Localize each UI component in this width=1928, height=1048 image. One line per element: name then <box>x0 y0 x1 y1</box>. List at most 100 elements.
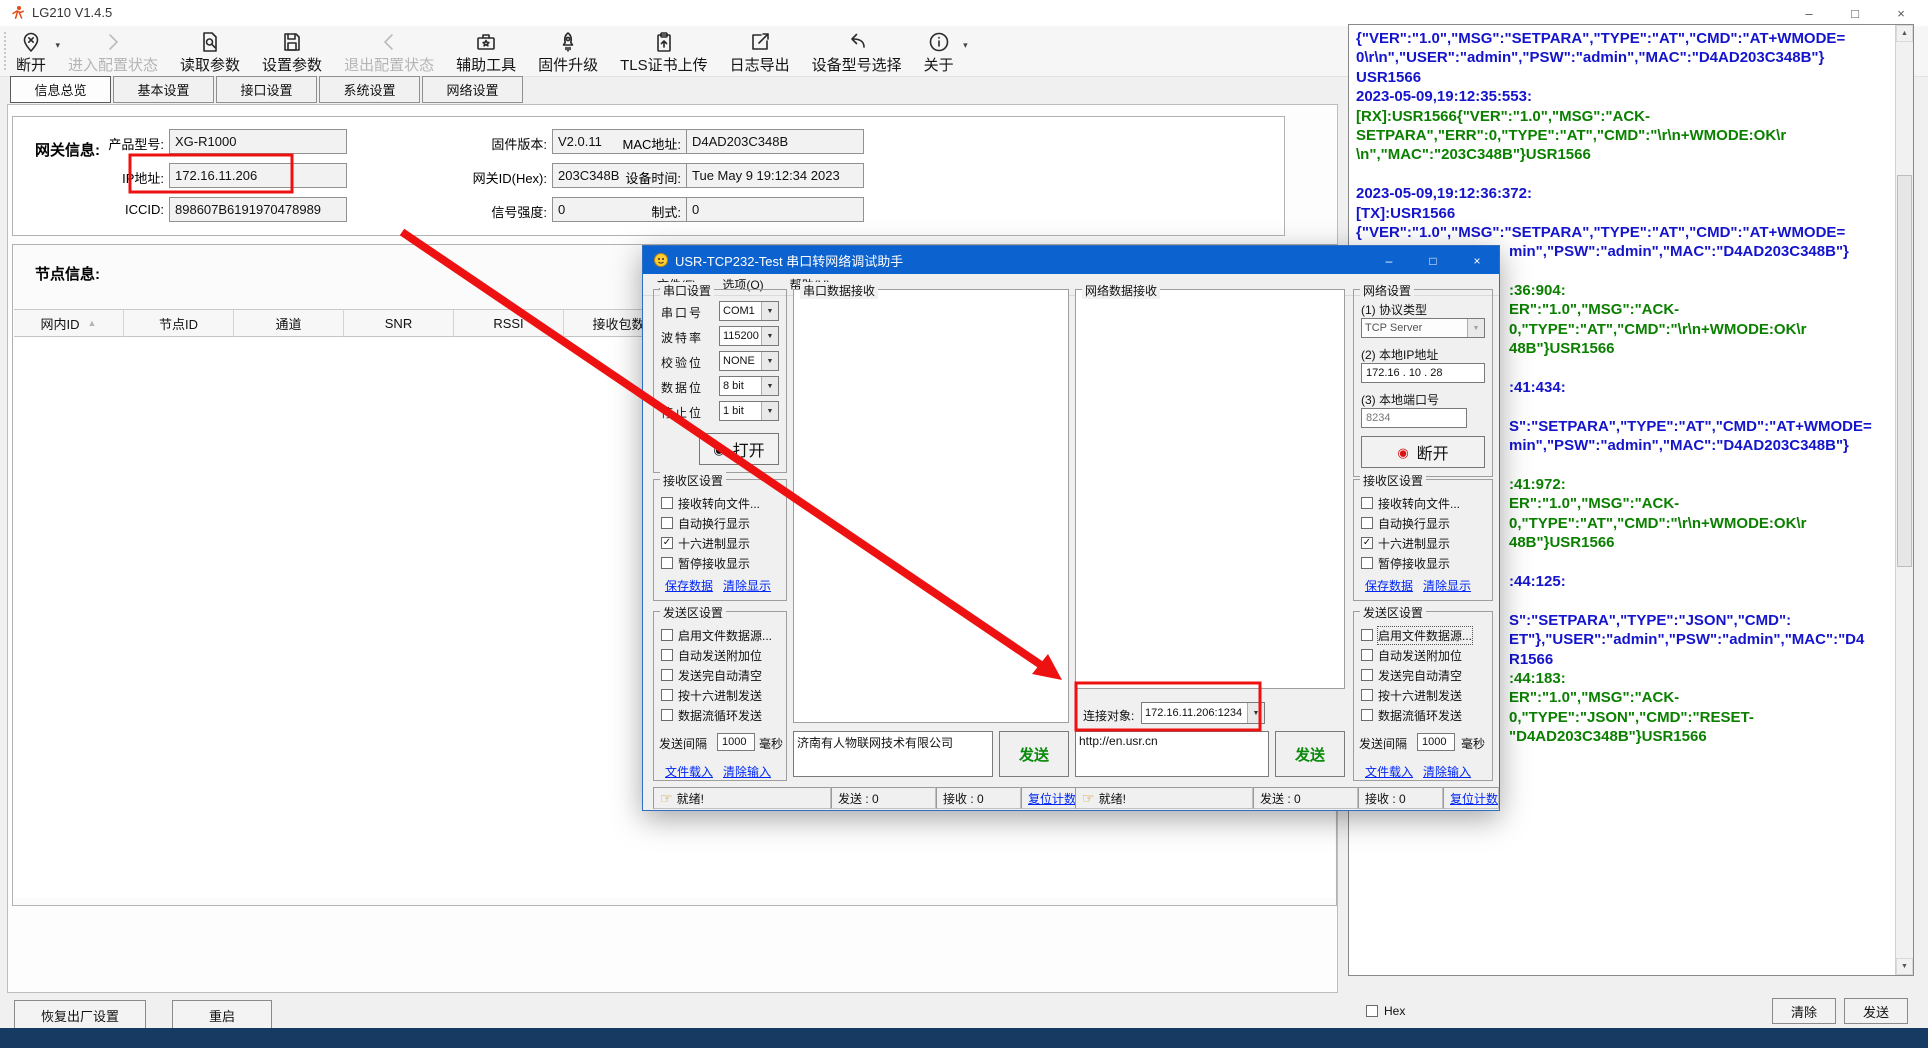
connect-target-combo[interactable]: 172.16.11.206:1234 ▼ <box>1141 702 1265 724</box>
tab-basic-settings[interactable]: 基本设置 <box>113 76 214 103</box>
toolbar-item-tls-cert-upload[interactable]: TLS证书上传 <box>620 28 708 74</box>
tab-info-overview[interactable]: 信息总览 <box>10 76 111 103</box>
option-checkbox-row[interactable]: 发送完自动清空 <box>1361 667 1462 683</box>
net-recv-area[interactable]: 网络数据接收 <box>1075 289 1345 689</box>
chevron-down-icon[interactable]: ▼ <box>761 302 778 320</box>
dropdown-caret-icon[interactable]: ▾ <box>963 40 968 51</box>
tab-system-settings[interactable]: 系统设置 <box>319 76 420 103</box>
toolbar-item-about[interactable]: 关于▾ <box>924 28 954 74</box>
action-link[interactable]: 清除输入 <box>1423 763 1471 780</box>
scroll-up-icon[interactable]: ▲ <box>1896 25 1913 42</box>
chevron-down-icon[interactable]: ▼ <box>761 377 778 395</box>
option-checkbox-row[interactable]: ✓十六进制显示 <box>661 535 750 551</box>
serial-field-combo[interactable]: 8 bit▼ <box>719 376 779 396</box>
serial-send-input[interactable]: 济南有人物联网技术有限公司 <box>793 731 993 777</box>
net-send-input[interactable]: http://en.usr.cn <box>1075 731 1269 777</box>
toolbar-item-enter-config[interactable]: 进入配置状态 <box>68 28 158 74</box>
serial-field-combo[interactable]: 115200▼ <box>719 326 779 346</box>
toolbar-item-firmware-upgrade[interactable]: 固件升级 <box>538 28 598 74</box>
toolbar-item-exit-config[interactable]: 退出配置状态 <box>344 28 434 74</box>
tab-network-settings[interactable]: 网络设置 <box>422 76 523 103</box>
option-checkbox-row[interactable]: 启用文件数据源... <box>1361 627 1472 643</box>
toolbar-item-log-export[interactable]: 日志导出 <box>730 28 790 74</box>
toolbar-item-device-model-select[interactable]: 设备型号选择 <box>812 28 902 74</box>
toolbar-item-read-params[interactable]: 读取参数 <box>180 28 240 74</box>
action-link[interactable]: 清除输入 <box>723 763 771 780</box>
proto-type-combo[interactable]: TCP Server ▼ <box>1361 318 1485 338</box>
chevron-down-icon[interactable]: ▼ <box>1467 319 1484 337</box>
local-ip-input[interactable]: 172.16 . 10 . 28 <box>1361 363 1485 383</box>
node-column-header[interactable]: SNR <box>344 310 454 337</box>
dropdown-caret-icon[interactable]: ▾ <box>55 40 60 51</box>
checkbox[interactable] <box>1361 649 1373 661</box>
clear-button[interactable]: 清除 <box>1772 998 1836 1024</box>
reset-count-link[interactable]: 复位计数 <box>1028 790 1076 807</box>
usr-close-button[interactable]: × <box>1455 247 1499 275</box>
option-checkbox-row[interactable]: 接收转向文件... <box>1361 495 1460 511</box>
checkbox[interactable] <box>661 629 673 641</box>
usr-minimize-button[interactable]: – <box>1367 247 1411 275</box>
toolbar-item-disconnect[interactable]: 断开▾ <box>16 28 46 74</box>
factory-reset-button[interactable]: 恢复出厂设置 <box>14 1000 146 1030</box>
checkbox[interactable] <box>1361 557 1373 569</box>
node-column-header[interactable]: 网内ID▲ <box>14 310 124 337</box>
checkbox-checked[interactable]: ✓ <box>661 537 673 549</box>
app-minimize-button[interactable]: – <box>1786 0 1832 26</box>
toolbar-item-write-params[interactable]: 设置参数 <box>262 28 322 74</box>
action-link[interactable]: 清除显示 <box>1423 577 1471 594</box>
hex-checkbox[interactable] <box>1366 1005 1378 1017</box>
node-column-header[interactable]: 通道 <box>234 310 344 337</box>
toolbar-item-aux-tools[interactable]: 辅助工具 <box>456 28 516 74</box>
send-interval-input-left[interactable]: 1000 <box>717 733 755 751</box>
serial-field-combo[interactable]: NONE▼ <box>719 351 779 371</box>
hex-option[interactable]: Hex <box>1366 1004 1405 1018</box>
tab-interface-settings[interactable]: 接口设置 <box>216 76 317 103</box>
option-checkbox-row[interactable]: 自动换行显示 <box>661 515 750 531</box>
option-checkbox-row[interactable]: 启用文件数据源... <box>661 627 772 643</box>
action-link[interactable]: 文件载入 <box>665 763 713 780</box>
net-send-button[interactable]: 发送 <box>1275 731 1345 777</box>
checkbox[interactable] <box>661 669 673 681</box>
serial-field-combo[interactable]: 1 bit▼ <box>719 401 779 421</box>
net-disconnect-button[interactable]: ◉ 断开 <box>1361 436 1485 468</box>
checkbox[interactable] <box>1361 689 1373 701</box>
checkbox[interactable] <box>661 649 673 661</box>
scrollbar-thumb[interactable] <box>1897 175 1912 567</box>
option-checkbox-row[interactable]: 暂停接收显示 <box>1361 555 1450 571</box>
chevron-down-icon[interactable]: ▼ <box>761 352 778 370</box>
option-checkbox-row[interactable]: 自动换行显示 <box>1361 515 1450 531</box>
checkbox[interactable] <box>1361 629 1373 641</box>
chevron-down-icon[interactable]: ▼ <box>761 402 778 420</box>
chevron-down-icon[interactable]: ▼ <box>761 327 778 345</box>
option-checkbox-row[interactable]: 数据流循环发送 <box>661 707 762 723</box>
action-link[interactable]: 保存数据 <box>1365 577 1413 594</box>
app-close-button[interactable]: × <box>1878 0 1924 26</box>
option-checkbox-row[interactable]: 自动发送附加位 <box>661 647 762 663</box>
action-link[interactable]: 文件载入 <box>1365 763 1413 780</box>
option-checkbox-row[interactable]: ✓十六进制显示 <box>1361 535 1450 551</box>
checkbox[interactable] <box>661 689 673 701</box>
reset-count-link[interactable]: 复位计数 <box>1450 790 1498 807</box>
scroll-down-icon[interactable]: ▼ <box>1896 958 1913 975</box>
checkbox-checked[interactable]: ✓ <box>1361 537 1373 549</box>
checkbox[interactable] <box>661 517 673 529</box>
checkbox[interactable] <box>1361 517 1373 529</box>
checkbox[interactable] <box>1361 709 1373 721</box>
option-checkbox-row[interactable]: 接收转向文件... <box>661 495 760 511</box>
checkbox[interactable] <box>661 497 673 509</box>
checkbox[interactable] <box>1361 497 1373 509</box>
reboot-button[interactable]: 重启 <box>172 1000 272 1030</box>
option-checkbox-row[interactable]: 数据流循环发送 <box>1361 707 1462 723</box>
option-checkbox-row[interactable]: 按十六进制发送 <box>1361 687 1462 703</box>
serial-recv-area[interactable]: 串口数据接收 <box>793 289 1069 723</box>
action-link[interactable]: 保存数据 <box>665 577 713 594</box>
option-checkbox-row[interactable]: 自动发送附加位 <box>1361 647 1462 663</box>
checkbox[interactable] <box>661 709 673 721</box>
checkbox[interactable] <box>661 557 673 569</box>
usr-titlebar[interactable]: USR-TCP232-Test 串口转网络调试助手 –□× <box>643 246 1499 274</box>
send-bottom-button[interactable]: 发送 <box>1844 998 1908 1024</box>
option-checkbox-row[interactable]: 暂停接收显示 <box>661 555 750 571</box>
action-link[interactable]: 清除显示 <box>723 577 771 594</box>
checkbox[interactable] <box>1361 669 1373 681</box>
option-checkbox-row[interactable]: 发送完自动清空 <box>661 667 762 683</box>
